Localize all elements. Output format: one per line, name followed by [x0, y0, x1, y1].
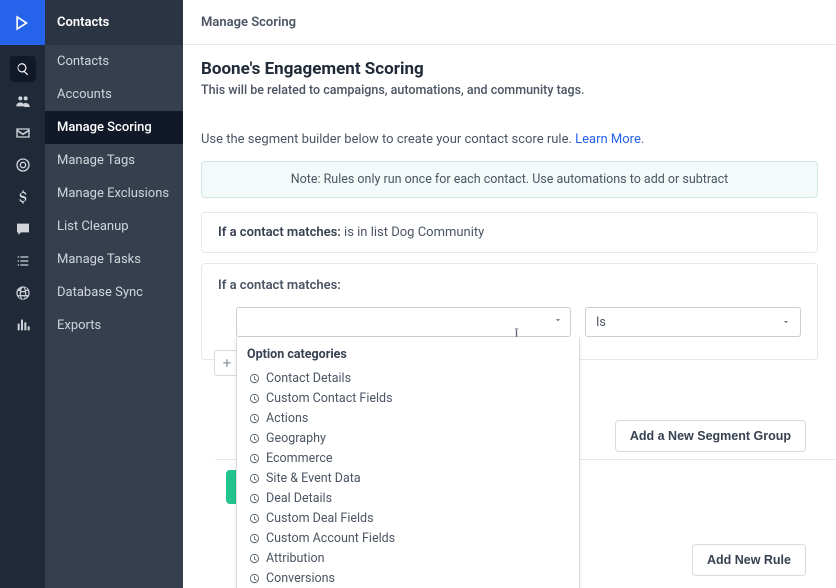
segment-builder: If a contact matches: Option categories … [201, 263, 818, 360]
dropdown-category-item[interactable]: Actions [237, 408, 579, 428]
sidebar-item-manage-tags[interactable]: Manage Tags [45, 144, 183, 177]
topbar-title: Manage Scoring [201, 15, 296, 30]
dropdown-category-item[interactable]: Geography [237, 428, 579, 448]
dropdown-category-item[interactable]: Attribution [237, 548, 579, 568]
category-icon [249, 533, 260, 544]
sidebar-item-contacts[interactable]: Contacts [45, 45, 183, 78]
sidebar-item-exports[interactable]: Exports [45, 309, 183, 342]
search-button[interactable] [0, 53, 45, 85]
bar-chart-icon [15, 317, 31, 333]
category-icon [249, 373, 260, 384]
chevron-down-icon [781, 317, 791, 327]
dropdown-category-item[interactable]: Site & Event Data [237, 468, 579, 488]
operator-value: Is [596, 315, 606, 330]
lists-nav-icon[interactable] [0, 245, 45, 277]
main-pane: Manage Scoring Boone's Engagement Scorin… [183, 0, 836, 588]
existing-rule-summary: If a contact matches: is in list Dog Com… [201, 212, 818, 253]
reports-nav-icon[interactable] [0, 309, 45, 341]
dropdown-category-item[interactable]: Deal Details [237, 488, 579, 508]
category-icon [249, 413, 260, 424]
target-icon [15, 157, 31, 173]
sidebar-item-database-sync[interactable]: Database Sync [45, 276, 183, 309]
dropdown-category-item[interactable]: Custom Account Fields [237, 528, 579, 548]
category-icon [249, 473, 260, 484]
builder-hint: Use the segment builder below to create … [201, 132, 818, 147]
dropdown-categories-title: Option categories [237, 337, 579, 368]
mail-icon [15, 125, 31, 141]
contacts-nav-icon[interactable] [0, 85, 45, 117]
content: Boone's Engagement Scoring This will be … [183, 45, 836, 588]
page-subtitle: This will be related to campaigns, autom… [201, 83, 818, 98]
globe-icon [15, 285, 31, 301]
dropdown-category-item[interactable]: Custom Contact Fields [237, 388, 579, 408]
add-new-rule-button[interactable]: Add New Rule [692, 544, 806, 576]
builder-label: If a contact matches: [218, 278, 801, 293]
category-icon [249, 493, 260, 504]
app-logo[interactable] [0, 0, 45, 45]
condition-field-combo[interactable]: Option categories Contact DetailsCustom … [236, 307, 571, 337]
sidebar-item-manage-exclusions[interactable]: Manage Exclusions [45, 177, 183, 210]
chat-icon [15, 221, 31, 237]
icon-rail [0, 0, 45, 588]
dropdown-category-item[interactable]: Contact Details [237, 368, 579, 388]
note-banner: Note: Rules only run once for each conta… [201, 161, 818, 198]
category-icon [249, 433, 260, 444]
sidebar-item-accounts[interactable]: Accounts [45, 78, 183, 111]
search-icon [16, 62, 30, 76]
category-icon [249, 573, 260, 584]
dropdown-category-item[interactable]: Conversions [237, 568, 579, 588]
site-nav-icon[interactable] [0, 277, 45, 309]
dropdown-category-item[interactable]: Ecommerce [237, 448, 579, 468]
category-icon [249, 513, 260, 524]
topbar: Manage Scoring [183, 0, 836, 45]
dollar-icon [15, 189, 31, 205]
category-icon [249, 453, 260, 464]
learn-more-link[interactable]: Learn More [575, 132, 641, 147]
deals-nav-icon[interactable] [0, 181, 45, 213]
conversations-nav-icon[interactable] [0, 213, 45, 245]
category-icon [249, 553, 260, 564]
sidebar: Contacts Contacts Accounts Manage Scorin… [45, 0, 183, 588]
dropdown-category-item[interactable]: Custom Deal Fields [237, 508, 579, 528]
logo-icon [13, 13, 33, 33]
category-icon [249, 393, 260, 404]
people-icon [15, 93, 31, 109]
automations-nav-icon[interactable] [0, 149, 45, 181]
sidebar-header: Contacts [45, 0, 183, 45]
condition-dropdown: Option categories Contact DetailsCustom … [236, 337, 580, 588]
campaigns-nav-icon[interactable] [0, 117, 45, 149]
list-icon [15, 253, 31, 269]
sidebar-item-list-cleanup[interactable]: List Cleanup [45, 210, 183, 243]
page-title: Boone's Engagement Scoring [201, 59, 818, 79]
operator-select[interactable]: Is [585, 307, 801, 337]
sidebar-item-manage-scoring[interactable]: Manage Scoring [45, 111, 183, 144]
condition-field-input[interactable] [236, 307, 571, 337]
sidebar-item-manage-tasks[interactable]: Manage Tasks [45, 243, 183, 276]
add-segment-group-button[interactable]: Add a New Segment Group [615, 420, 806, 452]
